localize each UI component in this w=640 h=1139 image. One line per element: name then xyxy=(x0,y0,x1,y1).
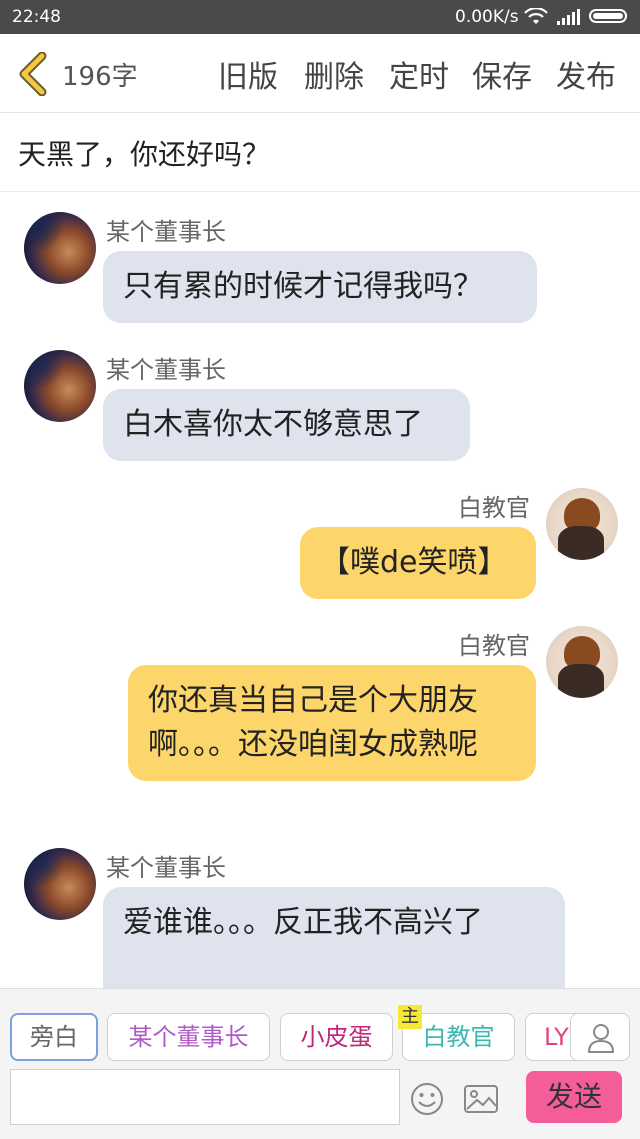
emoji-icon[interactable] xyxy=(409,1081,445,1117)
old-version-button[interactable]: 旧版 xyxy=(218,52,278,96)
schedule-button[interactable]: 定时 xyxy=(389,52,449,96)
avatar[interactable] xyxy=(546,626,618,698)
avatar[interactable] xyxy=(24,350,96,422)
speaker-name: 白教官 xyxy=(458,632,530,660)
speaker-name: 白教官 xyxy=(458,494,530,522)
avatar[interactable] xyxy=(546,488,618,560)
editor-header: 196字 旧版 删除 定时 保存 发布 xyxy=(0,34,640,113)
host-badge: 主 xyxy=(398,1005,422,1029)
publish-button[interactable]: 发布 xyxy=(556,52,616,96)
save-button[interactable]: 保存 xyxy=(472,52,532,96)
role-narrator[interactable]: 旁白 xyxy=(10,1013,98,1061)
message-bubble[interactable]: 白木喜你太不够意思了 xyxy=(103,389,470,461)
char-count: 196字 xyxy=(62,62,138,92)
status-bar: 22:48 0.00K/s xyxy=(0,0,640,34)
compose-bar: 旁白 某个董事长 小皮蛋 白教官 主 LY 发送 xyxy=(0,988,640,1139)
message-bubble[interactable]: 【噗de笑喷】 xyxy=(300,527,536,599)
delete-button[interactable]: 删除 xyxy=(304,52,364,96)
person-icon xyxy=(587,1024,615,1053)
story-title-row[interactable]: 天黑了，你还好吗？ xyxy=(0,113,640,192)
avatar[interactable] xyxy=(24,212,96,284)
message-bubble[interactable]: 爱谁谁。。。反正我不高兴了 xyxy=(103,887,565,988)
message-bubble[interactable]: 只有累的时候才记得我吗？ xyxy=(103,251,537,323)
role-chairman[interactable]: 某个董事长 xyxy=(107,1013,270,1061)
wifi-icon xyxy=(524,8,548,24)
avatar[interactable] xyxy=(24,848,96,920)
send-button[interactable]: 发送 xyxy=(526,1071,622,1123)
message-input[interactable] xyxy=(10,1069,400,1125)
speaker-name: 某个董事长 xyxy=(106,218,226,246)
signal-icon xyxy=(557,9,580,25)
chat-area[interactable]: 某个董事长 只有累的时候才记得我吗？ 某个董事长 白木喜你太不够意思了 白教官 … xyxy=(0,192,640,988)
story-title[interactable]: 天黑了，你还好吗？ xyxy=(18,133,270,173)
back-chevron-icon[interactable] xyxy=(16,52,50,96)
battery-icon xyxy=(589,9,627,23)
role-xiaopidan[interactable]: 小皮蛋 xyxy=(280,1013,393,1061)
speaker-name: 某个董事长 xyxy=(106,356,226,384)
speaker-name: 某个董事长 xyxy=(106,854,226,882)
add-role-button[interactable] xyxy=(570,1013,630,1061)
status-time: 22:48 xyxy=(12,7,61,27)
message-bubble[interactable]: 你还真当自己是个大朋友啊。。。还没咱闺女成熟呢 xyxy=(128,665,536,781)
image-icon[interactable] xyxy=(463,1081,499,1117)
network-speed: 0.00K/s xyxy=(455,7,519,27)
